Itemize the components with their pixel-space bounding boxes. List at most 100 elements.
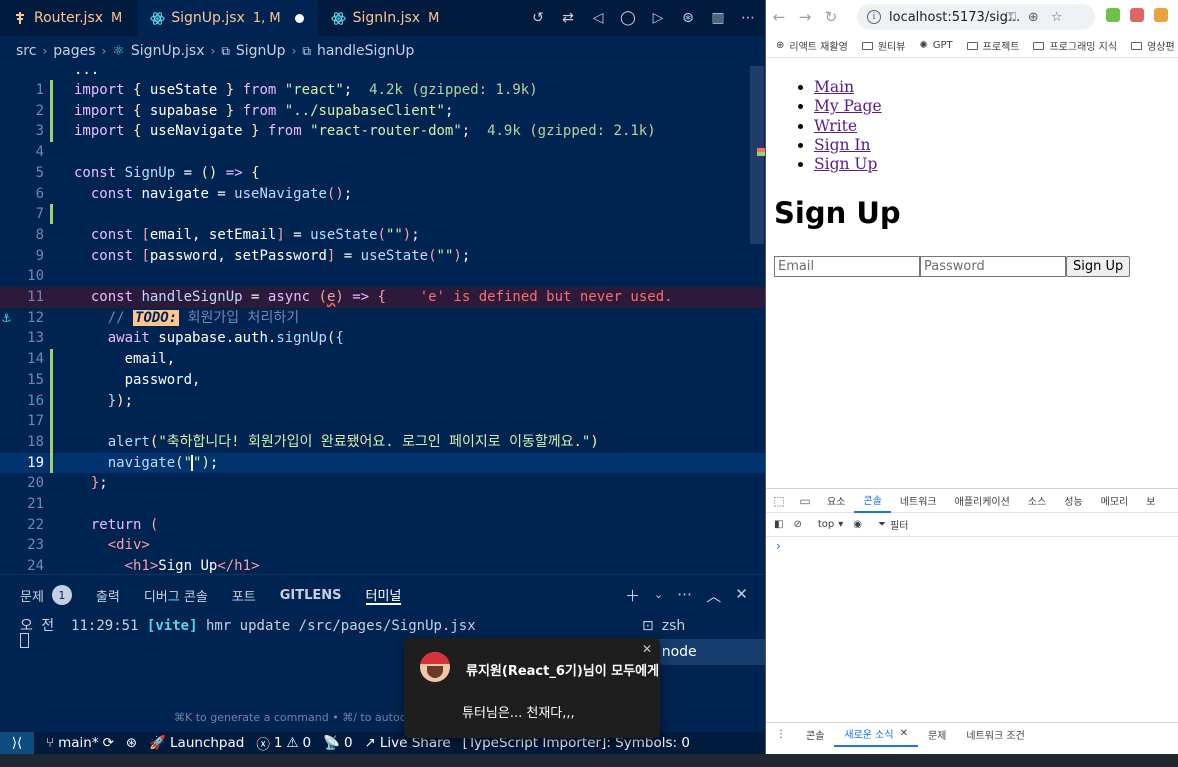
problems-status[interactable]: ⓧ 1 ⚠ 0 <box>256 733 311 753</box>
nav-link-write[interactable]: Write <box>814 117 857 135</box>
devtools-tab[interactable]: 보 <box>1137 489 1164 513</box>
nav-link-signin[interactable]: Sign In <box>814 136 871 154</box>
gitlens-status[interactable]: ⊛ <box>126 735 137 751</box>
devtools-tab[interactable]: 요소 <box>818 489 854 513</box>
more-actions-icon[interactable]: ⋯ <box>677 585 692 606</box>
line-number: 23 <box>27 537 44 554</box>
chevron-down-icon[interactable]: ⌄ <box>654 588 663 606</box>
breadcrumb-item[interactable]: pages <box>53 43 95 59</box>
code-line: 22 return ( <box>0 515 765 536</box>
console-prompt-icon[interactable]: › <box>776 539 781 553</box>
drawer-menu-icon[interactable]: ⋮ <box>766 723 796 747</box>
devtools-tab[interactable]: 애플리케이션 <box>946 489 1019 513</box>
dropdown-icon: ▾ <box>838 519 844 530</box>
bookmark-item[interactable]: 원티뷰 <box>861 38 905 53</box>
bookmark-item[interactable]: ⊕ 리액트 재활영 <box>776 38 848 53</box>
code-line: 4 <box>0 142 765 163</box>
more-actions-icon[interactable]: ⋯ <box>739 9 757 27</box>
code-editor[interactable]: ... 1 import { useState } from "react"; 4… <box>0 60 765 574</box>
ports-status[interactable]: 📡 0 <box>323 735 352 751</box>
clear-console-icon[interactable]: ⊘ <box>793 519 801 530</box>
drawer-tab-whats-new[interactable]: 새로운 소식 ✕ <box>834 723 918 747</box>
breadcrumb-item[interactable]: SignUp <box>236 43 286 59</box>
tab-router[interactable]: Router.jsx M <box>0 0 138 36</box>
email-input[interactable] <box>774 256 920 277</box>
signup-button[interactable]: Sign Up <box>1066 256 1131 277</box>
todo-highlight: TODO: <box>133 309 180 326</box>
breadcrumb-item[interactable]: SignUp.jsx <box>131 43 205 59</box>
tab-problems[interactable]: 문제 1 <box>20 585 72 605</box>
close-icon[interactable]: ✕ <box>642 642 652 656</box>
drawer-tab[interactable]: 콘솔 <box>796 723 834 747</box>
string-literal: "축하합니다! 회원가입이 완료됐어요. 로그인 페이지로 이동할께요." <box>158 433 591 450</box>
launchpad-status[interactable]: 🚀 Launchpad <box>149 735 244 751</box>
tab-signin[interactable]: SignIn.jsx M <box>319 0 455 36</box>
code-line: 1 import { useState } from "react"; 4.2k … <box>0 80 765 101</box>
bookmark-label: 프로그래밍 지식 <box>1049 42 1118 53</box>
devtools-tab[interactable]: 네트워크 <box>891 489 946 513</box>
devtools-tab[interactable]: 성능 <box>1055 489 1091 513</box>
chat-notification[interactable]: 류지원(React_6기)님이 모두에게 튜터님은... 천재다,,, ✕ <box>404 638 660 738</box>
nav-link-signup[interactable]: Sign Up <box>814 155 877 173</box>
terminal-icon: ⊡ <box>642 618 654 634</box>
tab-signup[interactable]: SignUp.jsx 1, M <box>137 0 319 36</box>
devtools-tabs: ⬚ ▭ 요소 콘솔 네트워크 애플리케이션 소스 성능 메모리 보 <box>766 489 1178 513</box>
terminal-time: 오 전 11:29:51 <box>20 618 139 634</box>
close-icon[interactable]: ✕ <box>735 585 748 606</box>
reload-icon[interactable]: ↻ <box>818 8 844 26</box>
password-input[interactable] <box>920 256 1066 277</box>
maximize-panel-icon[interactable]: ︿ <box>706 585 721 606</box>
terminal-item-zsh[interactable]: ⊡ zsh <box>634 613 765 639</box>
compare-changes-icon[interactable]: ⇄ <box>559 9 577 27</box>
tab-gitlens[interactable]: GITLENS <box>280 585 342 605</box>
extension-icon[interactable] <box>1154 8 1168 22</box>
gitlens-icon[interactable]: ⊛ <box>679 9 697 27</box>
tab-terminal[interactable]: 터미널 <box>365 585 402 605</box>
remote-icon[interactable]: ⟩⟨ <box>0 732 34 754</box>
breadcrumb-item[interactable]: handleSignUp <box>317 43 414 59</box>
eye-icon[interactable]: ◉ <box>853 519 862 530</box>
extension-icon[interactable] <box>1130 8 1144 22</box>
bookmark-item[interactable]: 프로젝트 <box>966 38 1019 53</box>
devtools-tab[interactable]: 메모리 <box>1092 489 1138 513</box>
go-back-icon[interactable]: ◁ <box>589 9 607 27</box>
terminal-cursor <box>20 633 29 648</box>
bookmark-item[interactable]: 프로그래밍 지식 <box>1033 38 1117 53</box>
devtools-tab[interactable]: 소스 <box>1019 489 1055 513</box>
context-select[interactable]: top ▾ <box>818 519 843 530</box>
nav-link-main[interactable]: Main <box>814 78 854 96</box>
site-info-icon[interactable]: i <box>867 10 881 24</box>
devtools-tab-console[interactable]: 콘솔 <box>854 489 891 513</box>
extension-icon[interactable] <box>1106 8 1120 22</box>
line-number: 19 <box>27 454 44 471</box>
bookmark-item[interactable]: 영상편 <box>1131 38 1175 53</box>
drawer-tab[interactable]: 문제 <box>918 723 956 747</box>
tab-ports[interactable]: 포트 <box>232 585 256 605</box>
tab-debug-console[interactable]: 디버그 콘솔 <box>144 585 208 605</box>
unsaved-dot-icon[interactable] <box>294 13 304 23</box>
device-toolbar-icon[interactable]: ▭ <box>792 494 818 508</box>
sidebar-toggle-icon[interactable]: ◧ <box>774 519 783 530</box>
code-line: 3 import { useNavigate } from "react-rout… <box>0 121 765 142</box>
filter-input[interactable]: ⏷ 필터 <box>878 517 908 532</box>
tab-output[interactable]: 출력 <box>96 585 120 605</box>
drawer-tab[interactable]: 네트워크 조건 <box>956 723 1034 747</box>
star-icon[interactable]: ☆ <box>1051 10 1063 25</box>
history-icon[interactable]: ↺ <box>529 9 547 27</box>
nav-link-mypage[interactable]: My Page <box>814 97 882 115</box>
devtools-drawer: ⋮ 콘솔 새로운 소식 ✕ 문제 네트워크 조건 <box>766 722 1178 747</box>
bookmark-item[interactable]: ✺ GPT <box>919 40 952 51</box>
breadcrumb-item[interactable]: src <box>16 43 36 59</box>
split-editor-icon[interactable]: ▥ <box>709 9 727 27</box>
new-terminal-icon[interactable]: ＋ <box>625 585 640 606</box>
branch-status[interactable]: ⑂ main* ⟳ <box>46 735 114 751</box>
commit-icon[interactable]: ◯ <box>619 9 637 27</box>
line-number: 22 <box>27 516 44 533</box>
key-icon[interactable]: ⚿ <box>1006 10 1016 25</box>
go-forward-icon[interactable]: ▷ <box>649 9 667 27</box>
back-icon[interactable]: ← <box>766 8 792 26</box>
zoom-icon[interactable]: ⊕ <box>1028 10 1039 25</box>
inspect-icon[interactable]: ⬚ <box>766 494 792 508</box>
forward-icon[interactable]: → <box>792 8 818 26</box>
close-icon[interactable]: ✕ <box>900 728 908 739</box>
